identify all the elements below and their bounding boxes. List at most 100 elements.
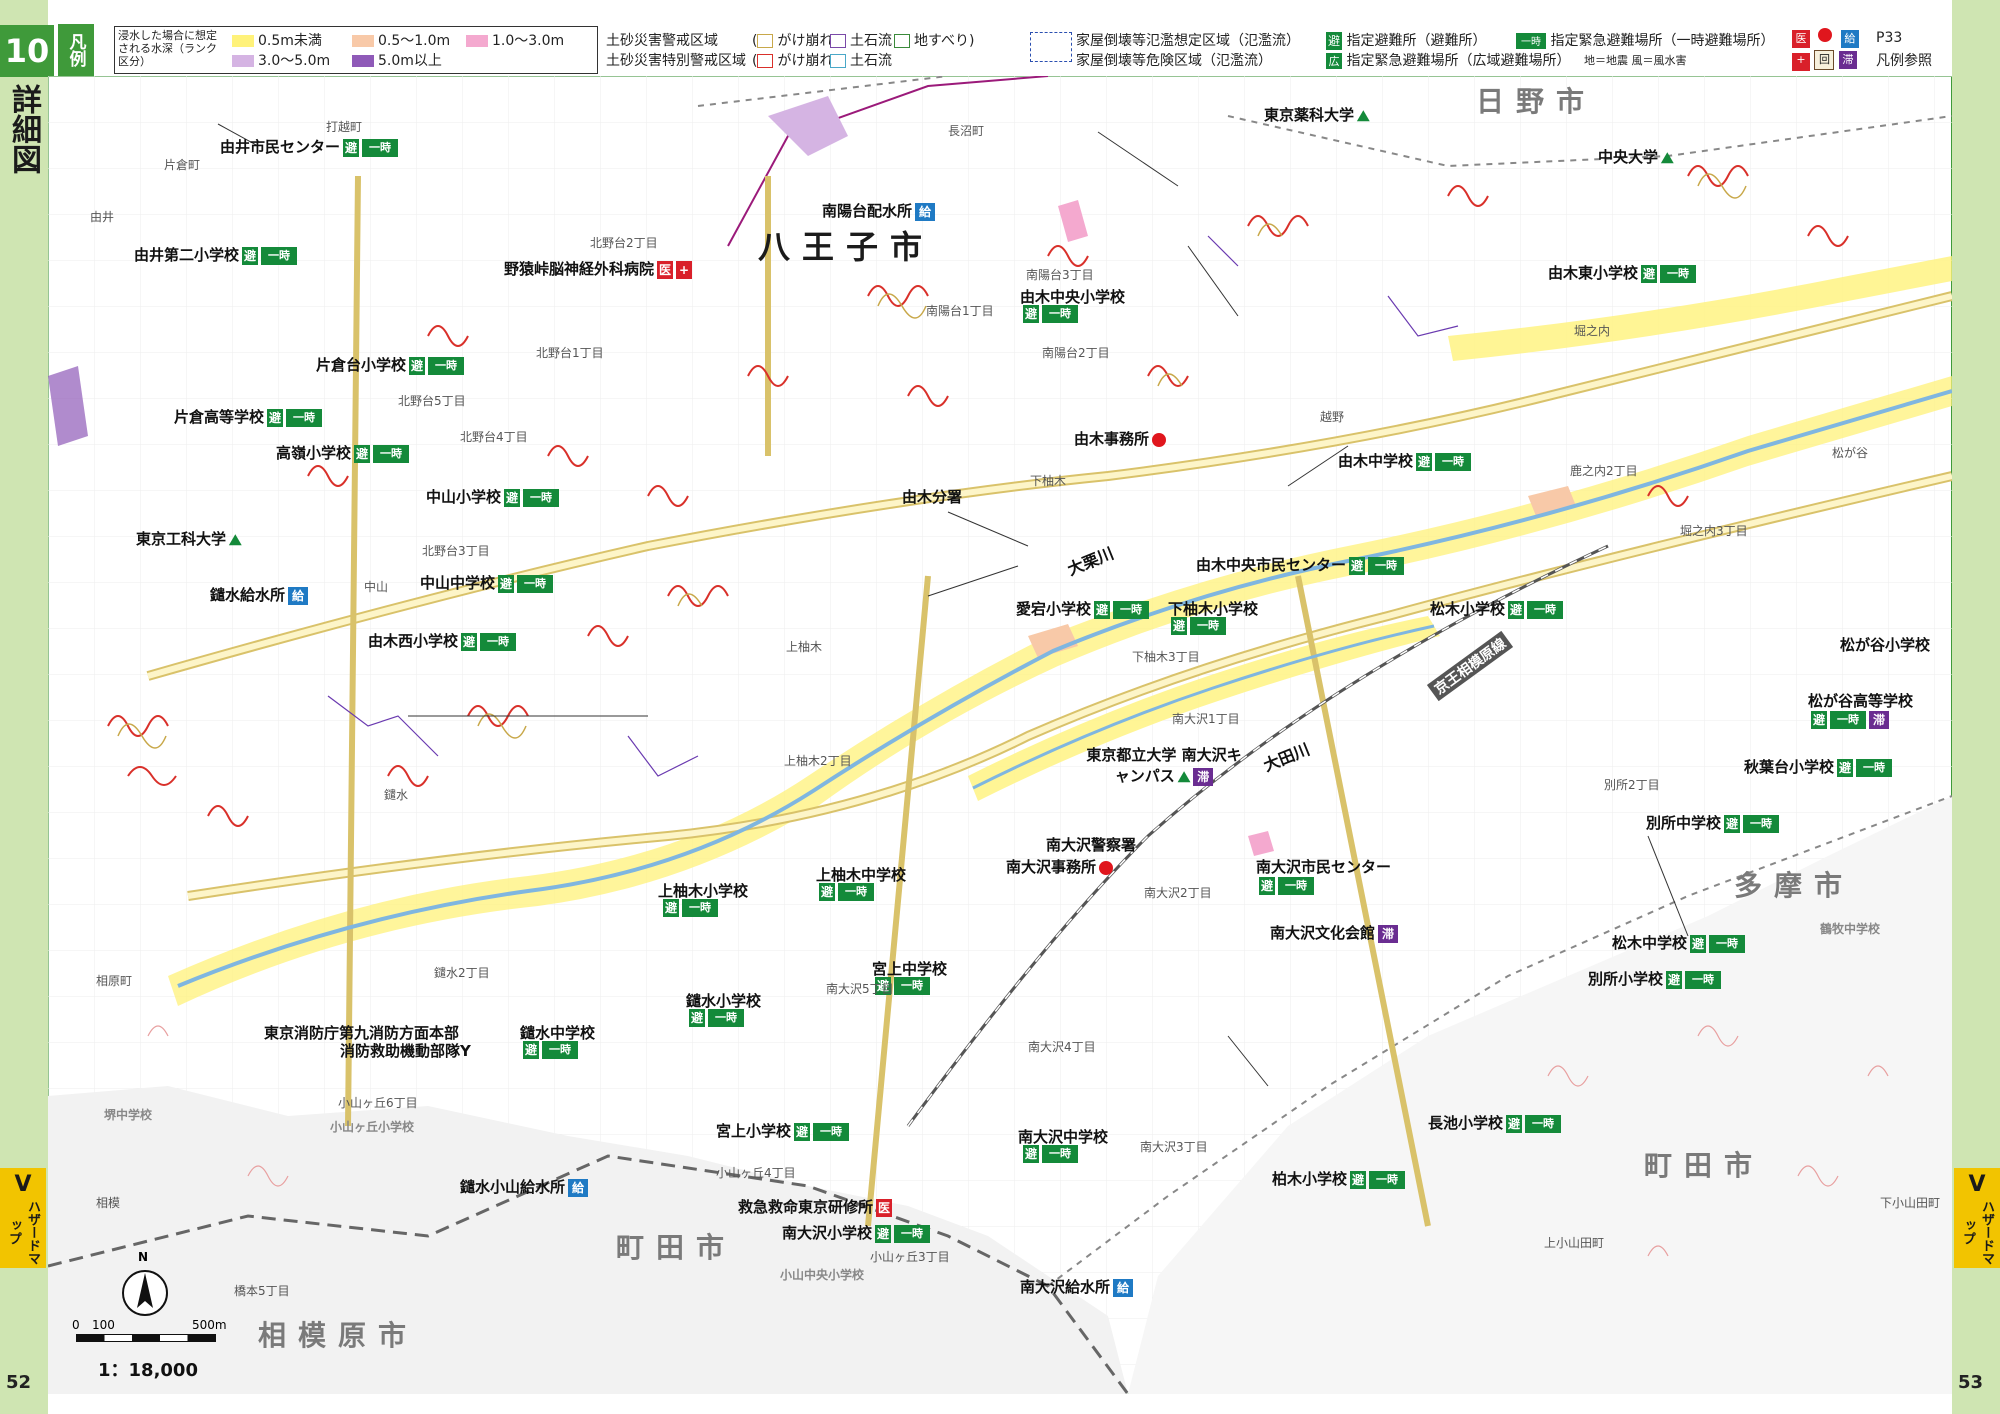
legend-ref-text: 凡例参照 bbox=[1876, 53, 1932, 69]
facility-label[interactable]: 由木中学校避一時 bbox=[1338, 450, 1472, 471]
cliff-special-item: (がけ崩れ bbox=[752, 53, 834, 69]
temp-shelter-icon: 一時 bbox=[1516, 33, 1546, 49]
designated-shelter-item: 避 指定避難所（避難所） bbox=[1326, 32, 1487, 50]
facility-label[interactable]: 松が谷小学校 bbox=[1840, 634, 1930, 655]
town-label: 北野台2丁目 bbox=[590, 236, 658, 250]
town-label: 鑓水 bbox=[384, 788, 409, 802]
facility-label[interactable]: 南大沢給水所給 bbox=[1020, 1276, 1134, 1297]
facility-label[interactable]: 由木事務所 bbox=[1074, 428, 1167, 449]
collapse-flood-label: 家屋倒壊等氾濫想定区域（氾濫流） bbox=[1076, 33, 1300, 49]
town-label: 小山ヶ丘4丁目 bbox=[716, 1166, 796, 1180]
facility-label[interactable]: 鑓水小山給水所給 bbox=[460, 1176, 589, 1197]
emergency-wide-item: 広 指定緊急避難場所（広域避難場所） bbox=[1326, 50, 1570, 70]
facility-label[interactable]: 松木中学校避一時 bbox=[1612, 932, 1746, 953]
facility-label[interactable]: 中央大学 ⛰ bbox=[1598, 146, 1674, 167]
scale-bar bbox=[76, 1334, 216, 1342]
legend-label: 凡例 bbox=[58, 24, 94, 76]
facility-label[interactable]: 中山中学校避一時 bbox=[420, 572, 554, 593]
facility-label[interactable]: 愛宕小学校避一時 bbox=[1016, 598, 1150, 619]
north-label: N bbox=[138, 1250, 149, 1264]
scale-ratio: 1：18,000 bbox=[98, 1360, 198, 1381]
town-label: 鶴牧中学校 bbox=[1820, 922, 1881, 936]
facility-label[interactable]: 由井市民センター避一時 bbox=[220, 136, 399, 157]
facility-label[interactable]: 由木分署 bbox=[902, 486, 962, 507]
facility-label[interactable]: 片倉高等学校避一時 bbox=[174, 406, 323, 427]
facility-label[interactable]: 松が谷高等学校 bbox=[1808, 690, 1913, 711]
town-label: 上小山田町 bbox=[1544, 1236, 1605, 1250]
town-label: 越野 bbox=[1320, 410, 1345, 424]
facility-label[interactable]: 中山小学校避一時 bbox=[426, 486, 560, 507]
debris-warning-item: 土石流 bbox=[830, 30, 892, 50]
facility-label[interactable]: 東京薬科大学 ⛰ bbox=[1264, 104, 1370, 125]
facility-label[interactable]: 由井第二小学校避一時 bbox=[134, 244, 298, 265]
flood-class-4: 3.0〜5.0m bbox=[232, 50, 330, 70]
facility-label[interactable]: 鑓水給水所給 bbox=[210, 584, 309, 605]
stay-icon: 滞 bbox=[1838, 51, 1857, 69]
facility-label[interactable]: 宮上小学校避一時 bbox=[716, 1120, 850, 1141]
facility-label[interactable]: 東京工科大学 ⛰ bbox=[136, 528, 242, 549]
facility-label[interactable]: 南大沢文化会館滞 bbox=[1270, 922, 1399, 943]
facility-label[interactable]: 野猿峠脳神経外科病院医 + bbox=[504, 258, 693, 279]
flood-legend-title: 浸水した場合に想定される水深（ランク区分） bbox=[118, 29, 217, 68]
facility-label[interactable]: 東京都立大学 南大沢キャンパス ⛰ 滞 bbox=[1084, 744, 1244, 786]
town-label: 南大沢3丁目 bbox=[1140, 1140, 1208, 1154]
office-dot-icon bbox=[1818, 28, 1833, 42]
city-hino: 日野市 bbox=[1476, 85, 1597, 118]
right-page-number: 53 bbox=[1958, 1372, 1984, 1393]
scale-tick-500: 500m bbox=[192, 1318, 227, 1332]
city-machida-south: 町田市 bbox=[616, 1231, 737, 1264]
facility-label[interactable]: 救急救命東京研修所医 bbox=[738, 1196, 893, 1217]
facility-label[interactable]: 南大沢小学校避一時 bbox=[782, 1222, 931, 1243]
facility-label[interactable]: 別所小学校避一時 bbox=[1588, 968, 1722, 989]
facility-label[interactable]: 由木西小学校避一時 bbox=[368, 630, 517, 651]
north-arrow-icon bbox=[120, 1268, 170, 1318]
town-label: 打越町 bbox=[326, 120, 363, 134]
flood-class-3: 1.0〜3.0m bbox=[466, 30, 564, 50]
side-tab-letter: V bbox=[1968, 1172, 1986, 1197]
facility-label[interactable]: 秋葉台小学校避一時 bbox=[1744, 756, 1893, 777]
scale-tick-0: 0 bbox=[72, 1318, 80, 1332]
facility-label[interactable]: 由木中央市民センター避一時 bbox=[1196, 554, 1405, 575]
facility-label[interactable]: 高嶺小学校避一時 bbox=[276, 442, 410, 463]
side-tab-left[interactable]: V ハザードマップ bbox=[0, 1168, 46, 1268]
town-label: 鑓水2丁目 bbox=[434, 966, 490, 980]
facility-badges: 避一時 bbox=[1168, 616, 1226, 635]
facility-badges: 避一時滞 bbox=[1808, 710, 1889, 729]
town-label: 小山ヶ丘小学校 bbox=[330, 1120, 415, 1134]
city-hachioji: 八王子市 bbox=[758, 228, 935, 266]
facility-label[interactable]: 片倉台小学校避一時 bbox=[316, 354, 465, 375]
facility-label[interactable]: 南大沢警察署 bbox=[1046, 834, 1136, 855]
town-label: 小山ヶ丘3丁目 bbox=[870, 1250, 950, 1264]
town-label: 鹿之内2丁目 bbox=[1570, 464, 1638, 478]
facility-label[interactable]: 南陽台配水所給 bbox=[822, 200, 936, 221]
town-label: 橋本5丁目 bbox=[234, 1284, 290, 1298]
facility-label[interactable]: 松木小学校避一時 bbox=[1430, 598, 1564, 619]
facility-label[interactable]: 由木東小学校避一時 bbox=[1548, 262, 1697, 283]
town-label: 中山 bbox=[364, 580, 389, 594]
water-station-icon: 給 bbox=[1840, 30, 1859, 48]
facility-label[interactable]: 南大沢市民センター bbox=[1256, 856, 1391, 877]
town-label: 別所2丁目 bbox=[1604, 778, 1660, 792]
sediment-special-label: 土砂災害特別警戒区域 bbox=[606, 53, 746, 69]
town-label: 北野台5丁目 bbox=[398, 394, 466, 408]
legend-icon-grid-row2: + 回 滞 bbox=[1792, 50, 1857, 71]
town-label: 堀之内 bbox=[1574, 324, 1611, 338]
side-tab-right[interactable]: V ハザードマップ bbox=[1954, 1168, 2000, 1268]
hazard-type-note: 地＝地震 風＝風水害 bbox=[1584, 54, 1687, 67]
town-label: 松が谷 bbox=[1832, 446, 1869, 460]
emergency-temp-item: 一時 指定緊急避難場所（一時避難場所） bbox=[1516, 30, 1774, 50]
facility-label[interactable]: 長池小学校避一時 bbox=[1428, 1112, 1562, 1133]
town-label: 小山中央小学校 bbox=[780, 1268, 865, 1282]
scale-tick-100: 100 bbox=[92, 1318, 115, 1332]
flood-class-2: 0.5〜1.0m bbox=[352, 30, 450, 50]
city-machida-east: 町田市 bbox=[1644, 1149, 1765, 1182]
facility-label[interactable]: 別所中学校避一時 bbox=[1646, 812, 1780, 833]
facility-label[interactable]: 柏木小学校避一時 bbox=[1272, 1168, 1406, 1189]
town-label: 北野台4丁目 bbox=[460, 430, 528, 444]
town-label: 南陽台3丁目 bbox=[1026, 268, 1094, 282]
town-label: 堀之内3丁目 bbox=[1680, 524, 1748, 538]
town-label: 南大沢2丁目 bbox=[1144, 886, 1212, 900]
facility-label[interactable]: 南大沢事務所 bbox=[1006, 856, 1114, 877]
facility-label[interactable]: 消防救助機動部隊Y bbox=[340, 1040, 471, 1061]
collapse-zone-swatch bbox=[1030, 32, 1072, 62]
